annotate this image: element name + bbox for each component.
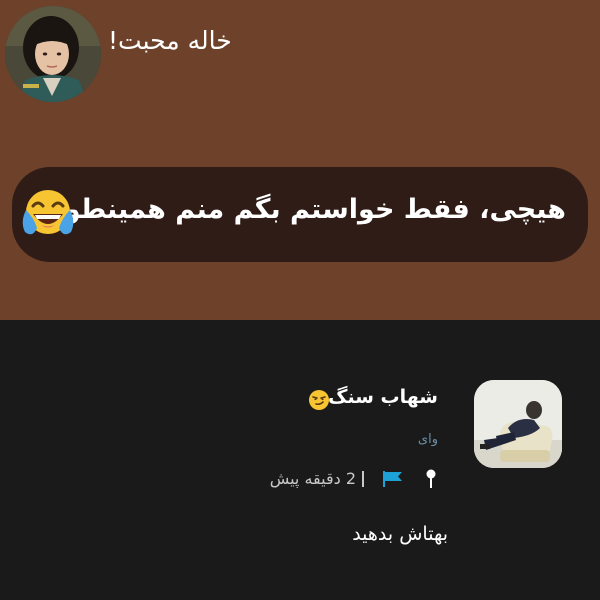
story-author-avatar[interactable] xyxy=(5,6,101,102)
avatar-photo xyxy=(5,6,101,102)
story-message-text: هیچی، فقط خواستم بگم منم همینطور xyxy=(48,194,566,225)
flag-icon[interactable] xyxy=(382,470,404,488)
comment-timestamp: 2 دقیقه پیش xyxy=(269,469,356,488)
commenter-name[interactable]: شهاب سنگ xyxy=(328,386,438,408)
meta-separator xyxy=(362,471,364,487)
story-author-name[interactable]: خاله محبت! xyxy=(108,26,232,55)
comment-text: بهتاش بدهید xyxy=(352,523,448,545)
comment-item: شهاب سنگ وای 2 دقیقه پیش بهتاش بدهید xyxy=(0,320,600,600)
pin-icon[interactable] xyxy=(424,469,438,489)
tears-of-joy-icon xyxy=(22,190,74,235)
avatar-photo xyxy=(474,380,562,468)
commenter-handle: وای xyxy=(417,432,438,447)
commenter-avatar[interactable] xyxy=(474,380,562,468)
story-card: خاله محبت! هیچی، فقط خواستم بگم منم همین… xyxy=(0,0,600,320)
smirk-icon xyxy=(309,390,329,410)
screen: خاله محبت! هیچی، فقط خواستم بگم منم همین… xyxy=(0,0,600,600)
